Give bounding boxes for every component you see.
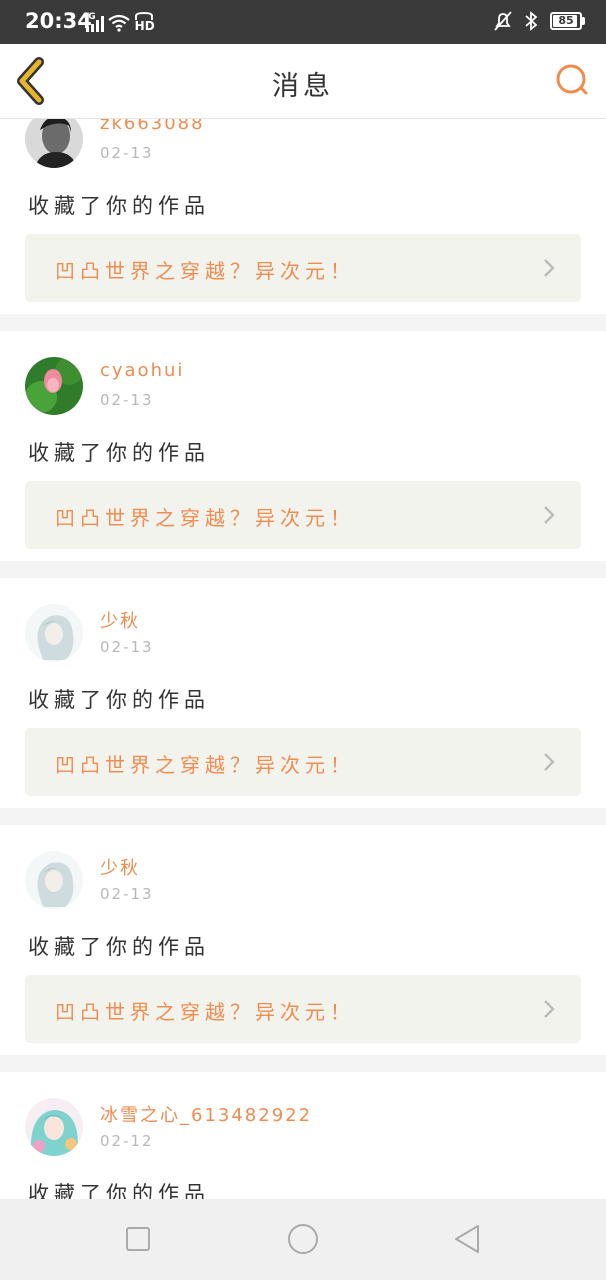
username[interactable]: 冰雪之心_613482922 [100, 1101, 312, 1127]
message-card: zk663088 02-13 收藏了你的作品 凹凸世界之穿越？异次元！ [0, 119, 606, 314]
message-feed[interactable]: zk663088 02-13 收藏了你的作品 凹凸世界之穿越？异次元！ cyao… [0, 119, 606, 1199]
search-icon [556, 64, 588, 95]
avatar[interactable] [25, 119, 83, 168]
message-date: 02-13 [100, 391, 154, 409]
battery-indicator: 85 [550, 12, 585, 30]
wifi-icon [107, 14, 130, 32]
work-link[interactable]: 凹凸世界之穿越？异次元！ [25, 234, 581, 302]
mute-bell-icon [494, 11, 512, 31]
message-text: 收藏了你的作品 [28, 1182, 210, 1199]
square-icon [126, 1227, 150, 1251]
avatar[interactable] [25, 851, 83, 909]
message-card: 少秋 02-13 收藏了你的作品 凹凸世界之穿越？异次元！ [0, 578, 606, 808]
message-date: 02-13 [100, 144, 154, 162]
portrait-avatar-icon [25, 119, 83, 168]
system-nav-bar [0, 1199, 606, 1280]
bluetooth-icon [525, 11, 538, 31]
lotus-avatar-icon [25, 357, 83, 415]
username[interactable]: zk663088 [100, 119, 205, 134]
chevron-right-icon [544, 1000, 555, 1018]
recent-apps-button[interactable] [120, 1221, 156, 1257]
message-card: 少秋 02-13 收藏了你的作品 凹凸世界之穿越？异次元！ [0, 825, 606, 1055]
message-card: 冰雪之心_613482922 02-12 收藏了你的作品 [0, 1072, 606, 1199]
message-text: 收藏了你的作品 [28, 688, 210, 712]
status-bar: 20:34 4G HD 85 [0, 0, 606, 44]
username[interactable]: cyaohui [100, 360, 184, 381]
work-title: 凹凸世界之穿越？异次元！ [55, 506, 355, 530]
home-button[interactable] [285, 1221, 321, 1257]
work-title: 凹凸世界之穿越？异次元！ [55, 753, 355, 777]
work-link[interactable]: 凹凸世界之穿越？异次元！ [25, 975, 581, 1043]
work-title: 凹凸世界之穿越？异次元！ [55, 259, 355, 283]
avatar[interactable] [25, 1098, 83, 1156]
chevron-right-icon [544, 506, 555, 524]
username[interactable]: 少秋 [100, 607, 140, 633]
triangle-back-icon [455, 1225, 479, 1253]
chevron-right-icon [544, 753, 555, 771]
message-text: 收藏了你的作品 [28, 194, 210, 218]
avatar[interactable] [25, 357, 83, 415]
work-link[interactable]: 凹凸世界之穿越？异次元！ [25, 728, 581, 796]
hd-label: HD [134, 19, 155, 33]
message-date: 02-13 [100, 638, 154, 656]
anime-avatar-icon [25, 851, 83, 909]
nav-back-button[interactable] [450, 1221, 486, 1257]
chevron-right-icon [544, 259, 555, 277]
work-link[interactable]: 凹凸世界之穿越？异次元！ [25, 481, 581, 549]
page-title: 消息 [272, 71, 334, 102]
status-right-icons: 85 [494, 11, 585, 31]
anime-avatar-icon [25, 604, 83, 662]
message-text: 收藏了你的作品 [28, 935, 210, 959]
signal-icon [85, 16, 104, 32]
message-text: 收藏了你的作品 [28, 441, 210, 465]
hd-badge: HD [134, 12, 155, 33]
message-card: cyaohui 02-13 收藏了你的作品 凹凸世界之穿越？异次元！ [0, 331, 606, 561]
message-date: 02-12 [100, 1132, 154, 1150]
circle-icon [288, 1224, 318, 1254]
username[interactable]: 少秋 [100, 854, 140, 880]
search-button[interactable] [552, 60, 592, 100]
avatar[interactable] [25, 604, 83, 662]
app-header: 消息 [0, 44, 606, 119]
status-left-icons: 4G HD [82, 12, 155, 33]
miku-avatar-icon [25, 1098, 83, 1156]
work-title: 凹凸世界之穿越？异次元！ [55, 1000, 355, 1024]
message-date: 02-13 [100, 885, 154, 903]
battery-level: 85 [558, 14, 574, 27]
